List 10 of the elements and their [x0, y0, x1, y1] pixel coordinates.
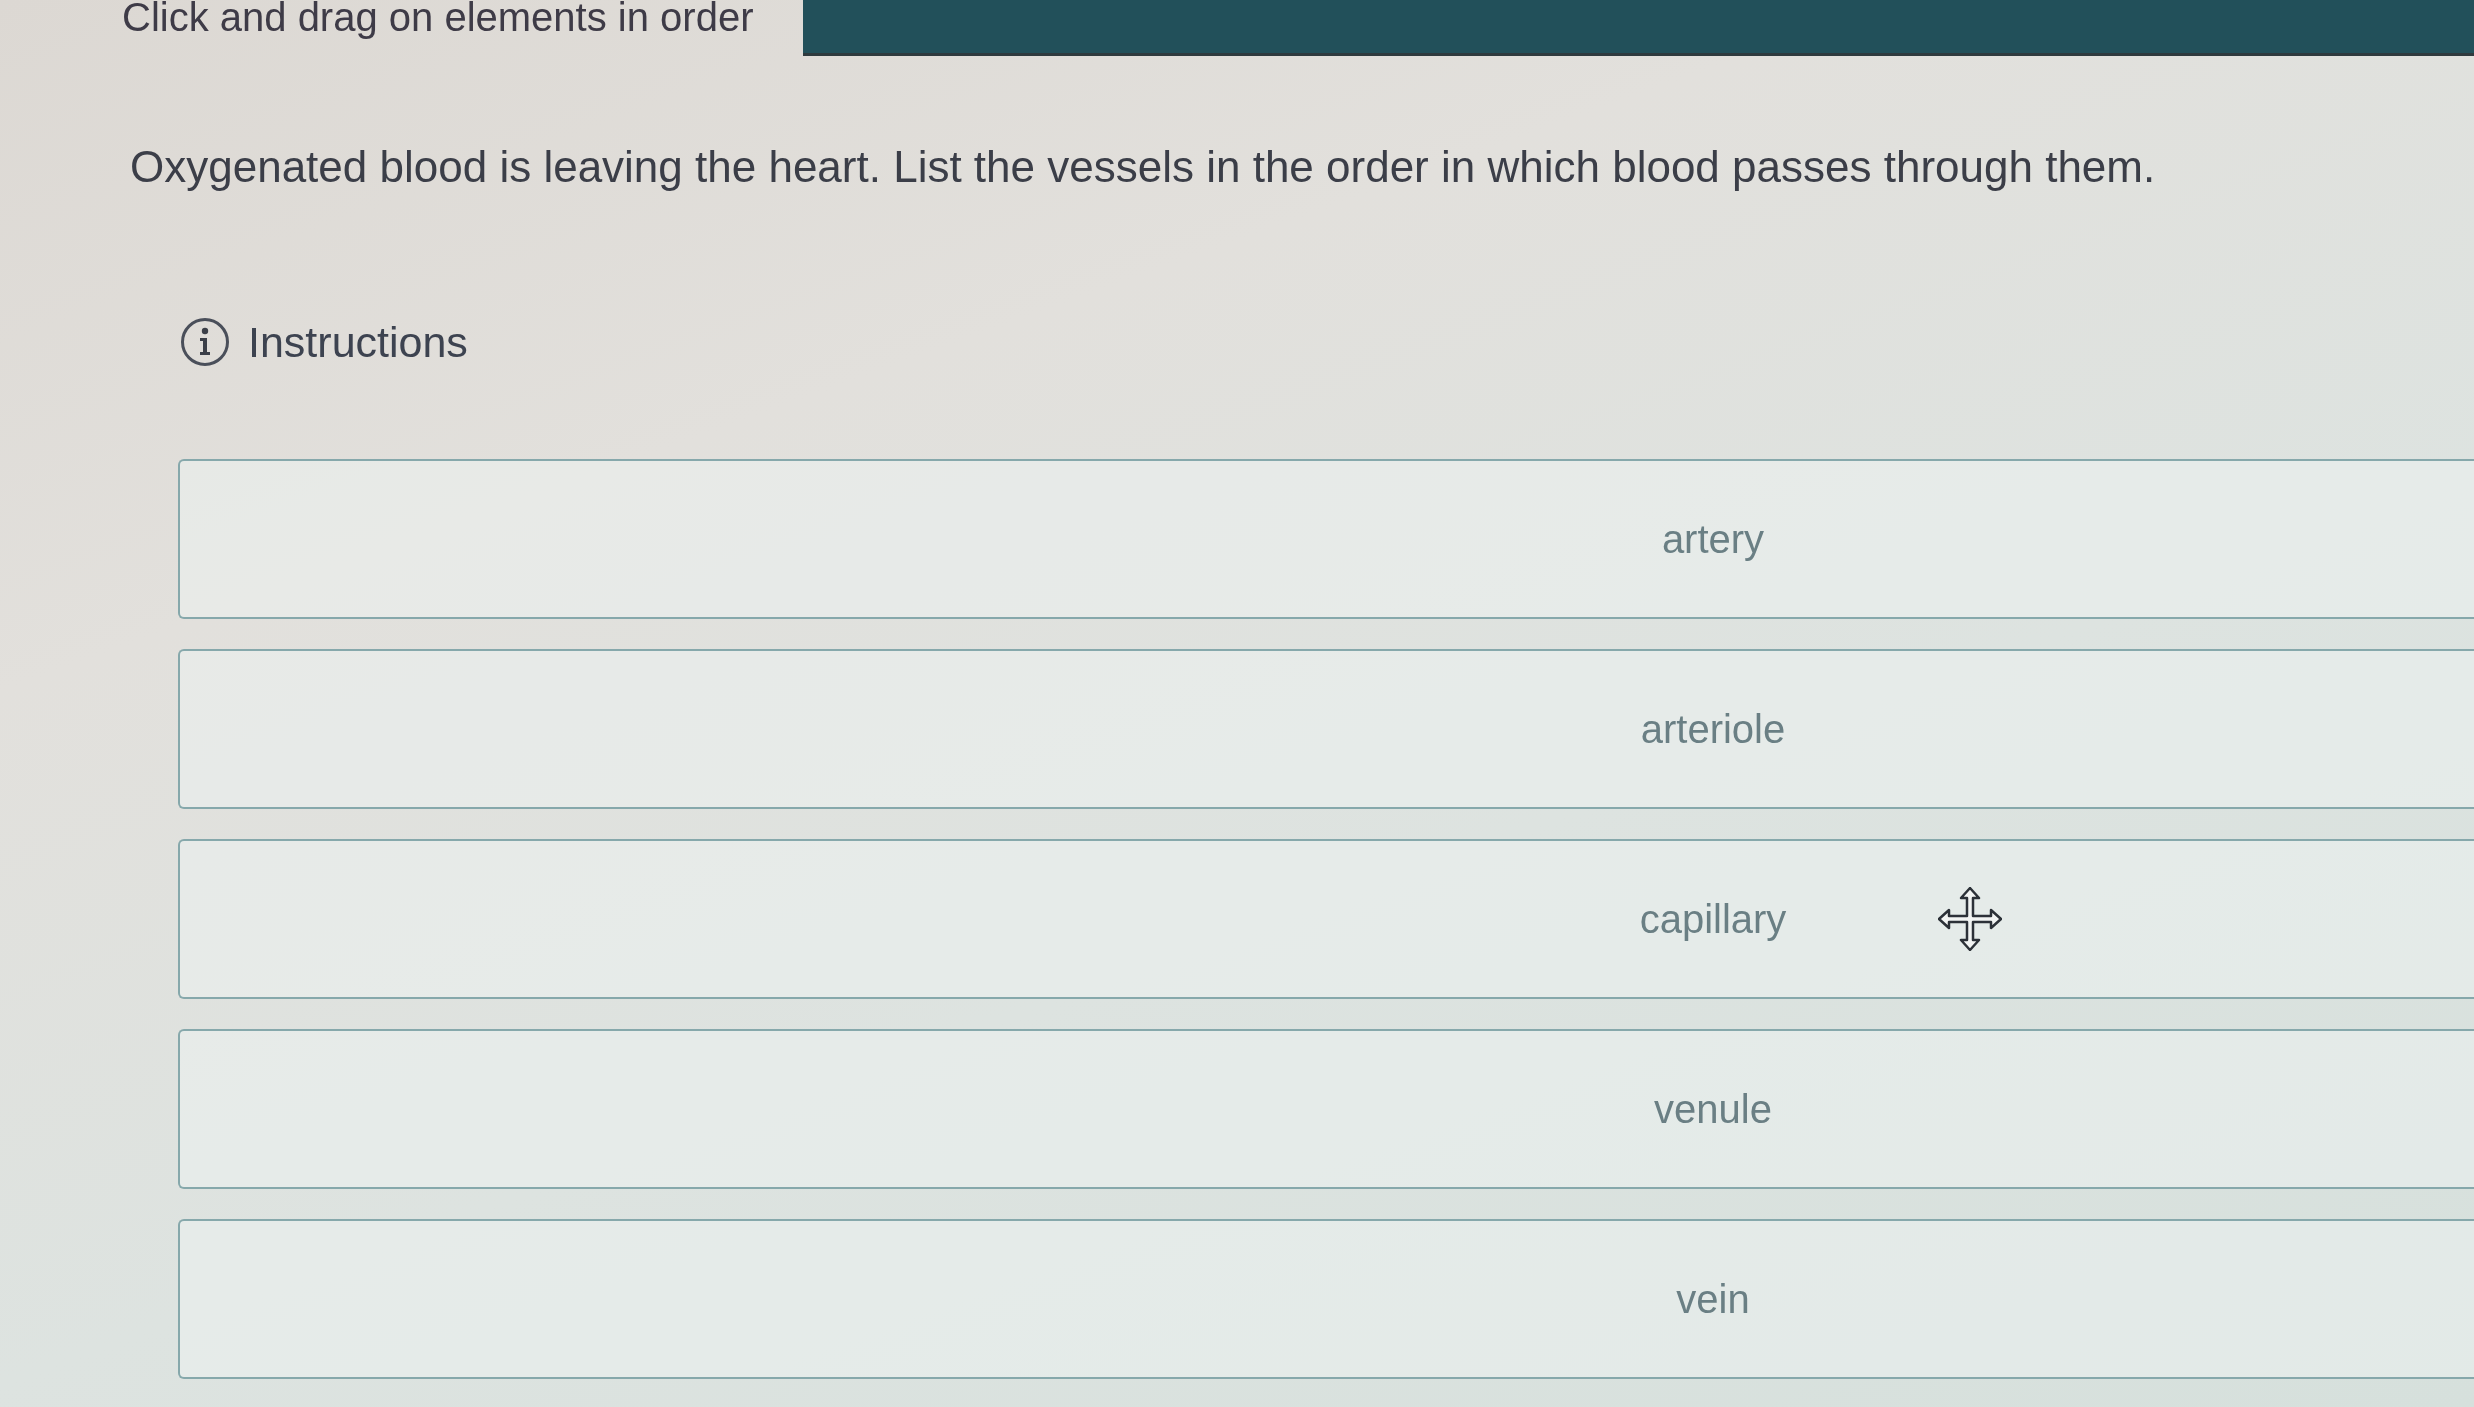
info-icon[interactable] [180, 317, 230, 368]
sortable-item[interactable]: venule [178, 1028, 2474, 1189]
sortable-item[interactable]: vein [178, 1218, 2474, 1379]
sortable-item[interactable]: artery [178, 458, 2474, 619]
question-text: Oxygenated blood is leaving the heart. List the vessels in the order in which blood passes through them. [129, 141, 2157, 193]
instruction-heading: Click and drag on elements in order [121, 0, 754, 40]
sortable-item[interactable]: capillary [178, 838, 2474, 999]
move-cursor-icon [1938, 886, 2002, 951]
instructions-link[interactable]: Instructions [248, 310, 468, 375]
sortable-item[interactable]: arteriole [178, 648, 2474, 809]
